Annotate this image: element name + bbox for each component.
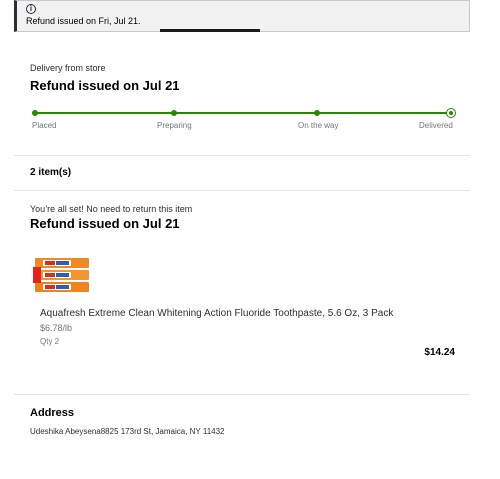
- divider: [14, 155, 470, 156]
- step-label-on-the-way: On the way: [298, 121, 339, 130]
- step-label-preparing: Preparing: [157, 121, 192, 130]
- divider: [14, 190, 470, 191]
- product-name[interactable]: Aquafresh Extreme Clean Whitening Action…: [40, 308, 393, 319]
- address-heading: Address: [30, 407, 75, 419]
- order-status-title: Refund issued on Jul 21: [30, 78, 180, 93]
- progress-dot-placed: [32, 110, 38, 116]
- delivery-type: Delivery from store: [30, 63, 106, 73]
- progress-dot-on-the-way: [314, 110, 320, 116]
- progress-dot-delivered: [446, 108, 456, 118]
- refund-alert-banner: i Refund issued on Fri, Jul 21.: [14, 0, 470, 32]
- return-notice: You’re all set! No need to return this i…: [30, 204, 193, 214]
- divider: [14, 394, 470, 395]
- item-total-price: $14.24: [424, 347, 455, 358]
- progress-line: [35, 112, 450, 114]
- product-image[interactable]: [33, 255, 91, 295]
- address-text: Udeshika Abeysena8825 173rd St, Jamaica,…: [30, 427, 225, 436]
- redaction-bar: [160, 29, 260, 32]
- refund-title: Refund issued on Jul 21: [30, 216, 180, 231]
- alert-text: Refund issued on Fri, Jul 21.: [26, 16, 141, 26]
- step-label-delivered: Delivered: [419, 121, 453, 130]
- unit-price: $6.78/lb: [40, 323, 73, 333]
- progress-dot-preparing: [171, 110, 177, 116]
- quantity: Qty 2: [40, 337, 60, 346]
- info-icon: i: [26, 4, 36, 14]
- step-label-placed: Placed: [32, 121, 57, 130]
- items-count: 2 item(s): [30, 167, 72, 178]
